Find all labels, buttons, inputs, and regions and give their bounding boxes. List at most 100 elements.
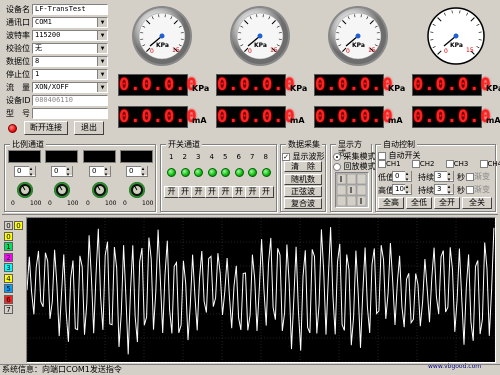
model-field[interactable] xyxy=(32,108,108,119)
led-indicator-icon xyxy=(167,168,176,177)
random-button[interactable]: 随机数 xyxy=(284,174,322,185)
device-name-label: 设备名 xyxy=(6,5,30,14)
gauge-2: KPa 0 15 xyxy=(212,4,308,68)
exit-button[interactable]: 退出 xyxy=(74,121,104,135)
hold1-label: 持续 xyxy=(418,173,434,182)
channel-select-button[interactable]: 4 xyxy=(4,273,13,283)
ch2-label: CH2 xyxy=(419,160,435,168)
kpa-unit-label: KPa xyxy=(290,84,308,93)
hold2-spinner[interactable]: 3 xyxy=(434,184,454,195)
channel-select-button[interactable]: 5 xyxy=(4,284,13,293)
gauge-unit-label: KPa xyxy=(352,42,365,49)
led-indicator-icon xyxy=(248,168,257,177)
channel-select-button[interactable]: 3 xyxy=(4,263,13,272)
port-label: 通讯口 xyxy=(6,18,30,27)
channel-select-button[interactable]: 6 xyxy=(4,294,13,304)
ma-display-4: 0.0.0.0 xyxy=(412,106,492,128)
proportional-title: 比例通道 xyxy=(10,140,46,149)
ch4-checkbox[interactable] xyxy=(479,160,488,168)
channel-select-button[interactable]: 0 xyxy=(4,231,13,241)
channel-spinner-3[interactable]: 0 xyxy=(89,166,111,177)
knob-icon[interactable] xyxy=(91,181,109,199)
disconnect-button[interactable]: 断开连接 xyxy=(24,121,68,135)
kpa-display-4: 0.0.0.0 xyxy=(412,74,492,96)
auto-control-title: 自动控制 xyxy=(381,140,417,149)
switch-number-label: 5 xyxy=(223,153,228,161)
low-value-spinner[interactable]: 0 xyxy=(392,171,412,182)
switch-number-label: 7 xyxy=(250,153,255,161)
radio-icon xyxy=(333,162,341,171)
databits-label: 数据位 xyxy=(6,57,30,66)
knob-icon[interactable] xyxy=(128,181,146,199)
gauge-unit-label: KPa xyxy=(254,42,267,49)
ch2-checkbox[interactable] xyxy=(411,160,420,168)
channel-spinner-2[interactable]: 0 xyxy=(51,166,73,177)
all-on-button[interactable]: 全开 xyxy=(434,197,460,209)
gradual2-checkbox[interactable]: 渐变 xyxy=(466,184,490,195)
stopbits-select[interactable]: 1 xyxy=(32,69,108,80)
knob-min-label: 0 xyxy=(11,200,15,207)
sec2-label: 秒 xyxy=(457,186,465,195)
all-low-button[interactable]: 全低 xyxy=(406,197,432,209)
switch-group: 开关通道 xyxy=(160,140,277,212)
kpa-display-3: 0.0.0.0 xyxy=(314,74,394,96)
acquire-title: 数据采集 xyxy=(286,140,322,149)
knob-max-label: 100 xyxy=(67,200,79,207)
ch3-checkbox[interactable] xyxy=(445,160,454,168)
high-value-spinner[interactable]: 100 xyxy=(392,184,412,195)
gauge-min-label: 0 xyxy=(150,48,154,55)
device-name-field[interactable]: LF-TransTest xyxy=(32,4,108,15)
device-id-field[interactable]: 080406110 xyxy=(32,95,108,106)
all-off-button[interactable]: 全关 xyxy=(462,197,492,209)
channel-spinner-4[interactable]: 0 xyxy=(126,166,148,177)
channel-select-button[interactable]: 1 xyxy=(4,242,13,251)
sec1-label: 秒 xyxy=(457,173,465,182)
channel-output-3 xyxy=(83,150,116,163)
all-high-button[interactable]: 全高 xyxy=(378,197,404,209)
flow-select[interactable]: XON/XOFF xyxy=(32,82,108,93)
hold1-spinner[interactable]: 3 xyxy=(434,171,454,182)
mode-button-grid[interactable] xyxy=(335,172,369,208)
checkbox-icon xyxy=(466,172,474,181)
playback-mode-radio[interactable]: 回放模式 xyxy=(333,161,376,172)
composite-button[interactable]: 复合波 xyxy=(284,198,322,209)
channel-spinner-1[interactable]: 0 xyxy=(14,166,36,177)
channel-select-button[interactable]: 7 xyxy=(4,305,13,314)
sine-button[interactable]: 正弦波 xyxy=(284,186,322,197)
gauge-max-label: 15 xyxy=(466,47,474,54)
gauge-unit-label: KPa xyxy=(450,42,463,49)
ch1-checkbox[interactable] xyxy=(378,160,386,168)
checkbox-icon xyxy=(378,151,386,160)
parity-select[interactable]: 无 xyxy=(32,43,108,54)
gauge-dial-icon xyxy=(328,6,388,66)
knob-max-label: 100 xyxy=(142,200,154,207)
auto-switch-label: 自动开关 xyxy=(388,151,421,160)
gauge-max-label: 15 xyxy=(172,47,180,54)
status-bar: 系统信息：向端口COM1发送指令 xyxy=(0,364,500,375)
gradual1-checkbox[interactable]: 渐变 xyxy=(466,171,490,182)
waveform-trace xyxy=(26,227,495,355)
baud-select[interactable]: 115200 xyxy=(32,30,108,41)
ch3-label: CH3 xyxy=(453,160,469,168)
channel-select-button[interactable]: 0 xyxy=(4,221,13,230)
device-id-label: 设备ID xyxy=(6,96,31,105)
gauge-min-label: 0 xyxy=(248,48,252,55)
gauge-1: KPa 0 15 xyxy=(114,4,210,68)
led-indicator-icon xyxy=(221,168,230,177)
switch-number-label: 4 xyxy=(209,153,214,161)
switch-toggle-button-8[interactable]: 开 xyxy=(258,186,274,198)
port-select[interactable]: COM1 xyxy=(32,17,108,28)
collect-mode-label: 采集模式 xyxy=(343,152,376,161)
databits-select[interactable]: 8 xyxy=(32,56,108,67)
knob-icon[interactable] xyxy=(16,181,34,199)
clear-button[interactable]: 清 除 xyxy=(284,161,322,172)
channel-select-button[interactable]: 2 xyxy=(4,252,13,262)
knob-icon[interactable] xyxy=(53,181,71,199)
gauge-unit-label: KPa xyxy=(156,42,169,49)
device-name-row: 设备名 LF-TransTest xyxy=(6,4,110,15)
switch-number-label: 8 xyxy=(263,153,268,161)
status-text: 系统信息：向端口COM1发送指令 xyxy=(2,365,122,374)
knob-min-label: 0 xyxy=(86,200,90,207)
knob-max-label: 100 xyxy=(105,200,117,207)
channel-select-button[interactable]: 0 xyxy=(14,221,23,230)
